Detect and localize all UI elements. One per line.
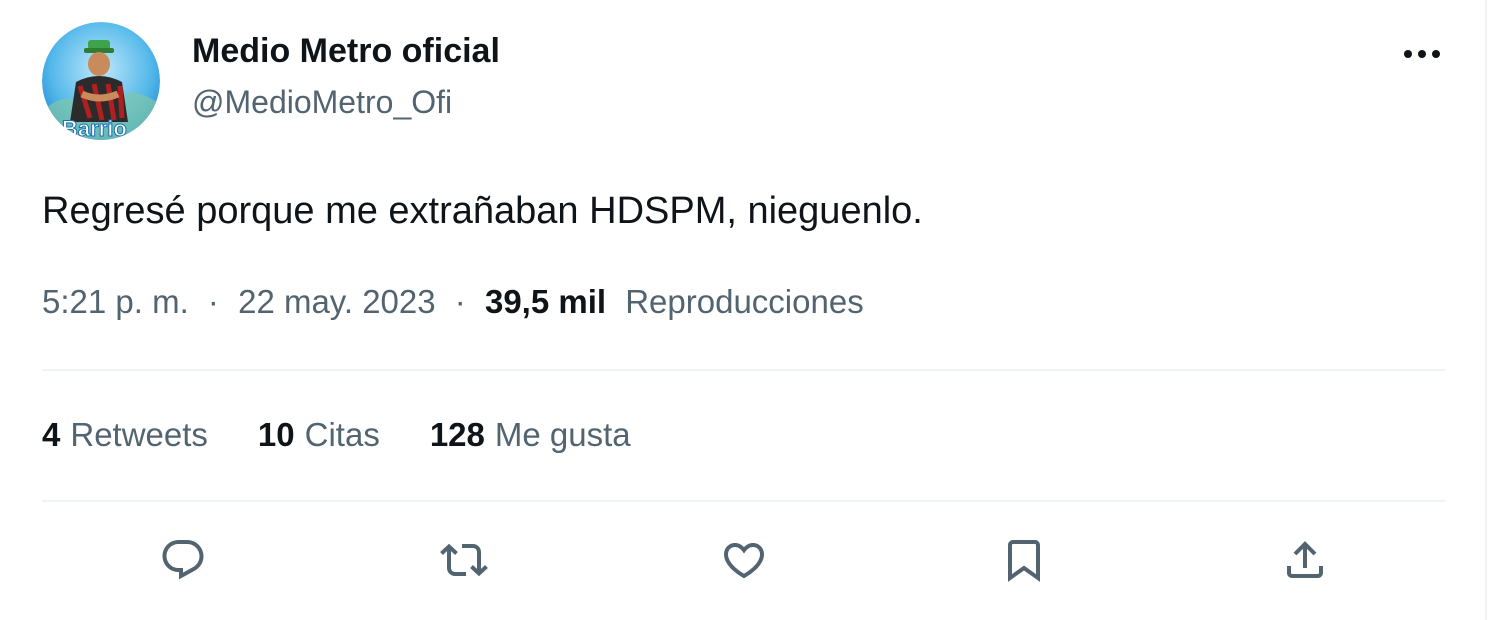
profile-avatar[interactable]: Barrio (42, 22, 160, 140)
tweet-date[interactable]: 22 may. 2023 (238, 283, 436, 320)
divider (42, 500, 1445, 502)
author-handle[interactable]: @MedioMetro_Ofi (192, 84, 452, 121)
tweet-text: Regresé porque me extrañaban HDSPM, nieg… (42, 190, 923, 232)
more-dots-icon (1404, 50, 1440, 58)
stat-count: 4 (42, 416, 61, 453)
stat-retweets[interactable]: 4 Retweets (42, 416, 208, 454)
stat-likes[interactable]: 128 Me gusta (430, 416, 631, 454)
author-name[interactable]: Medio Metro oficial (192, 32, 500, 71)
like-button[interactable] (714, 530, 774, 590)
stat-label: Citas (304, 416, 380, 453)
profile-avatar-icon: Barrio (42, 22, 160, 140)
reply-icon (162, 540, 204, 580)
stat-label: Retweets (70, 416, 208, 453)
stat-count: 128 (429, 416, 485, 453)
tweet-card: Barrio Medio Metro oficial @MedioMetro_O… (0, 0, 1485, 620)
views-count: 39,5 mil (484, 283, 607, 320)
share-icon (1287, 541, 1323, 578)
card-border (1485, 0, 1487, 620)
heart-icon (723, 543, 765, 579)
meta-separator: · (207, 283, 219, 320)
bookmark-button[interactable] (994, 530, 1054, 590)
retweet-button[interactable] (434, 530, 494, 590)
divider (42, 369, 1445, 371)
tweet-stats: 4 Retweets 10 Citas 128 Me gusta (42, 416, 681, 454)
stat-label: Me gusta (494, 416, 631, 453)
avatar-text: Barrio (62, 116, 127, 140)
bookmark-icon (1008, 540, 1040, 582)
stat-quotes[interactable]: 10 Citas (258, 416, 380, 454)
tweet-meta: 5:21 p. m. · 22 may. 2023 · 39,5 mil Rep… (42, 283, 864, 321)
meta-separator: · (454, 283, 466, 320)
views-label: Reproducciones (625, 283, 864, 320)
retweet-icon (440, 543, 488, 577)
reply-button[interactable] (153, 530, 213, 590)
share-button[interactable] (1275, 530, 1335, 590)
stat-count: 10 (257, 416, 295, 453)
more-options-button[interactable] (1396, 34, 1448, 74)
tweet-time[interactable]: 5:21 p. m. (42, 283, 189, 320)
